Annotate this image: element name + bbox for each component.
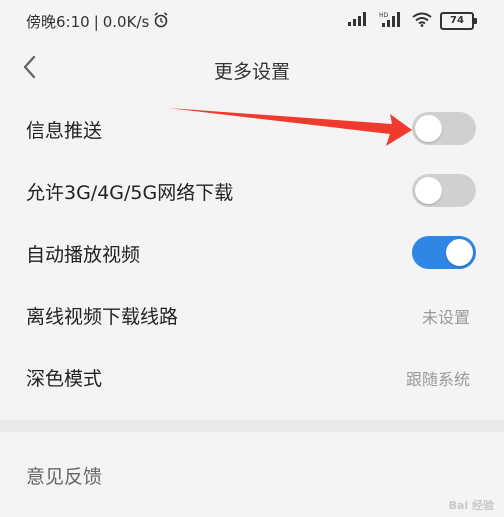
alarm-icon [153, 11, 169, 32]
setting-label: 自动播放视频 [26, 244, 141, 266]
toggle-knob [446, 239, 473, 266]
setting-label: 离线视频下载线路 [26, 306, 179, 328]
status-separator: | [93, 12, 99, 31]
signal-hd-icon: HD [378, 11, 404, 31]
autoplay-toggle[interactable] [412, 236, 476, 269]
toggle-knob [415, 115, 442, 142]
network-speed: 0.0K/s [102, 12, 150, 31]
battery-icon: 74 [440, 12, 477, 30]
wifi-icon [412, 12, 432, 31]
push-notifications-toggle[interactable] [412, 112, 476, 145]
setting-row-push-notifications: 信息推送 [0, 97, 504, 159]
svg-text:HD: HD [379, 12, 389, 19]
page-title: 更多设置 [213, 61, 290, 83]
setting-row-dark-mode[interactable]: 深色模式 跟随系统 [0, 345, 504, 407]
setting-row-offline-download-route[interactable]: 离线视频下载线路 未设置 [0, 283, 504, 345]
watermark: Bai 经验 [448, 499, 494, 512]
setting-row-autoplay: 自动播放视频 [0, 221, 504, 283]
status-time: 傍晚6:10 [26, 13, 90, 31]
setting-row-mobile-download: 允许3G/4G/5G网络下载 [0, 159, 504, 221]
toggle-knob [415, 177, 442, 204]
feedback-label: 意见反馈 [26, 466, 103, 488]
setting-value: 跟随系统 [405, 370, 470, 389]
header: 更多设置 [0, 44, 504, 94]
status-right: HD 74 [348, 11, 477, 31]
setting-label: 深色模式 [26, 368, 103, 390]
setting-row-feedback[interactable]: 意见反馈 [0, 443, 504, 505]
status-left: 傍晚6:10 | 0.0K/s [26, 11, 169, 32]
section-divider [0, 420, 504, 432]
setting-value: 未设置 [421, 308, 470, 327]
mobile-download-toggle[interactable] [412, 174, 476, 207]
status-bar: 傍晚6:10 | 0.0K/s HD 74 [0, 0, 504, 44]
setting-label: 允许3G/4G/5G网络下载 [26, 182, 234, 204]
signal-icon [348, 12, 370, 30]
setting-label: 信息推送 [26, 120, 103, 142]
